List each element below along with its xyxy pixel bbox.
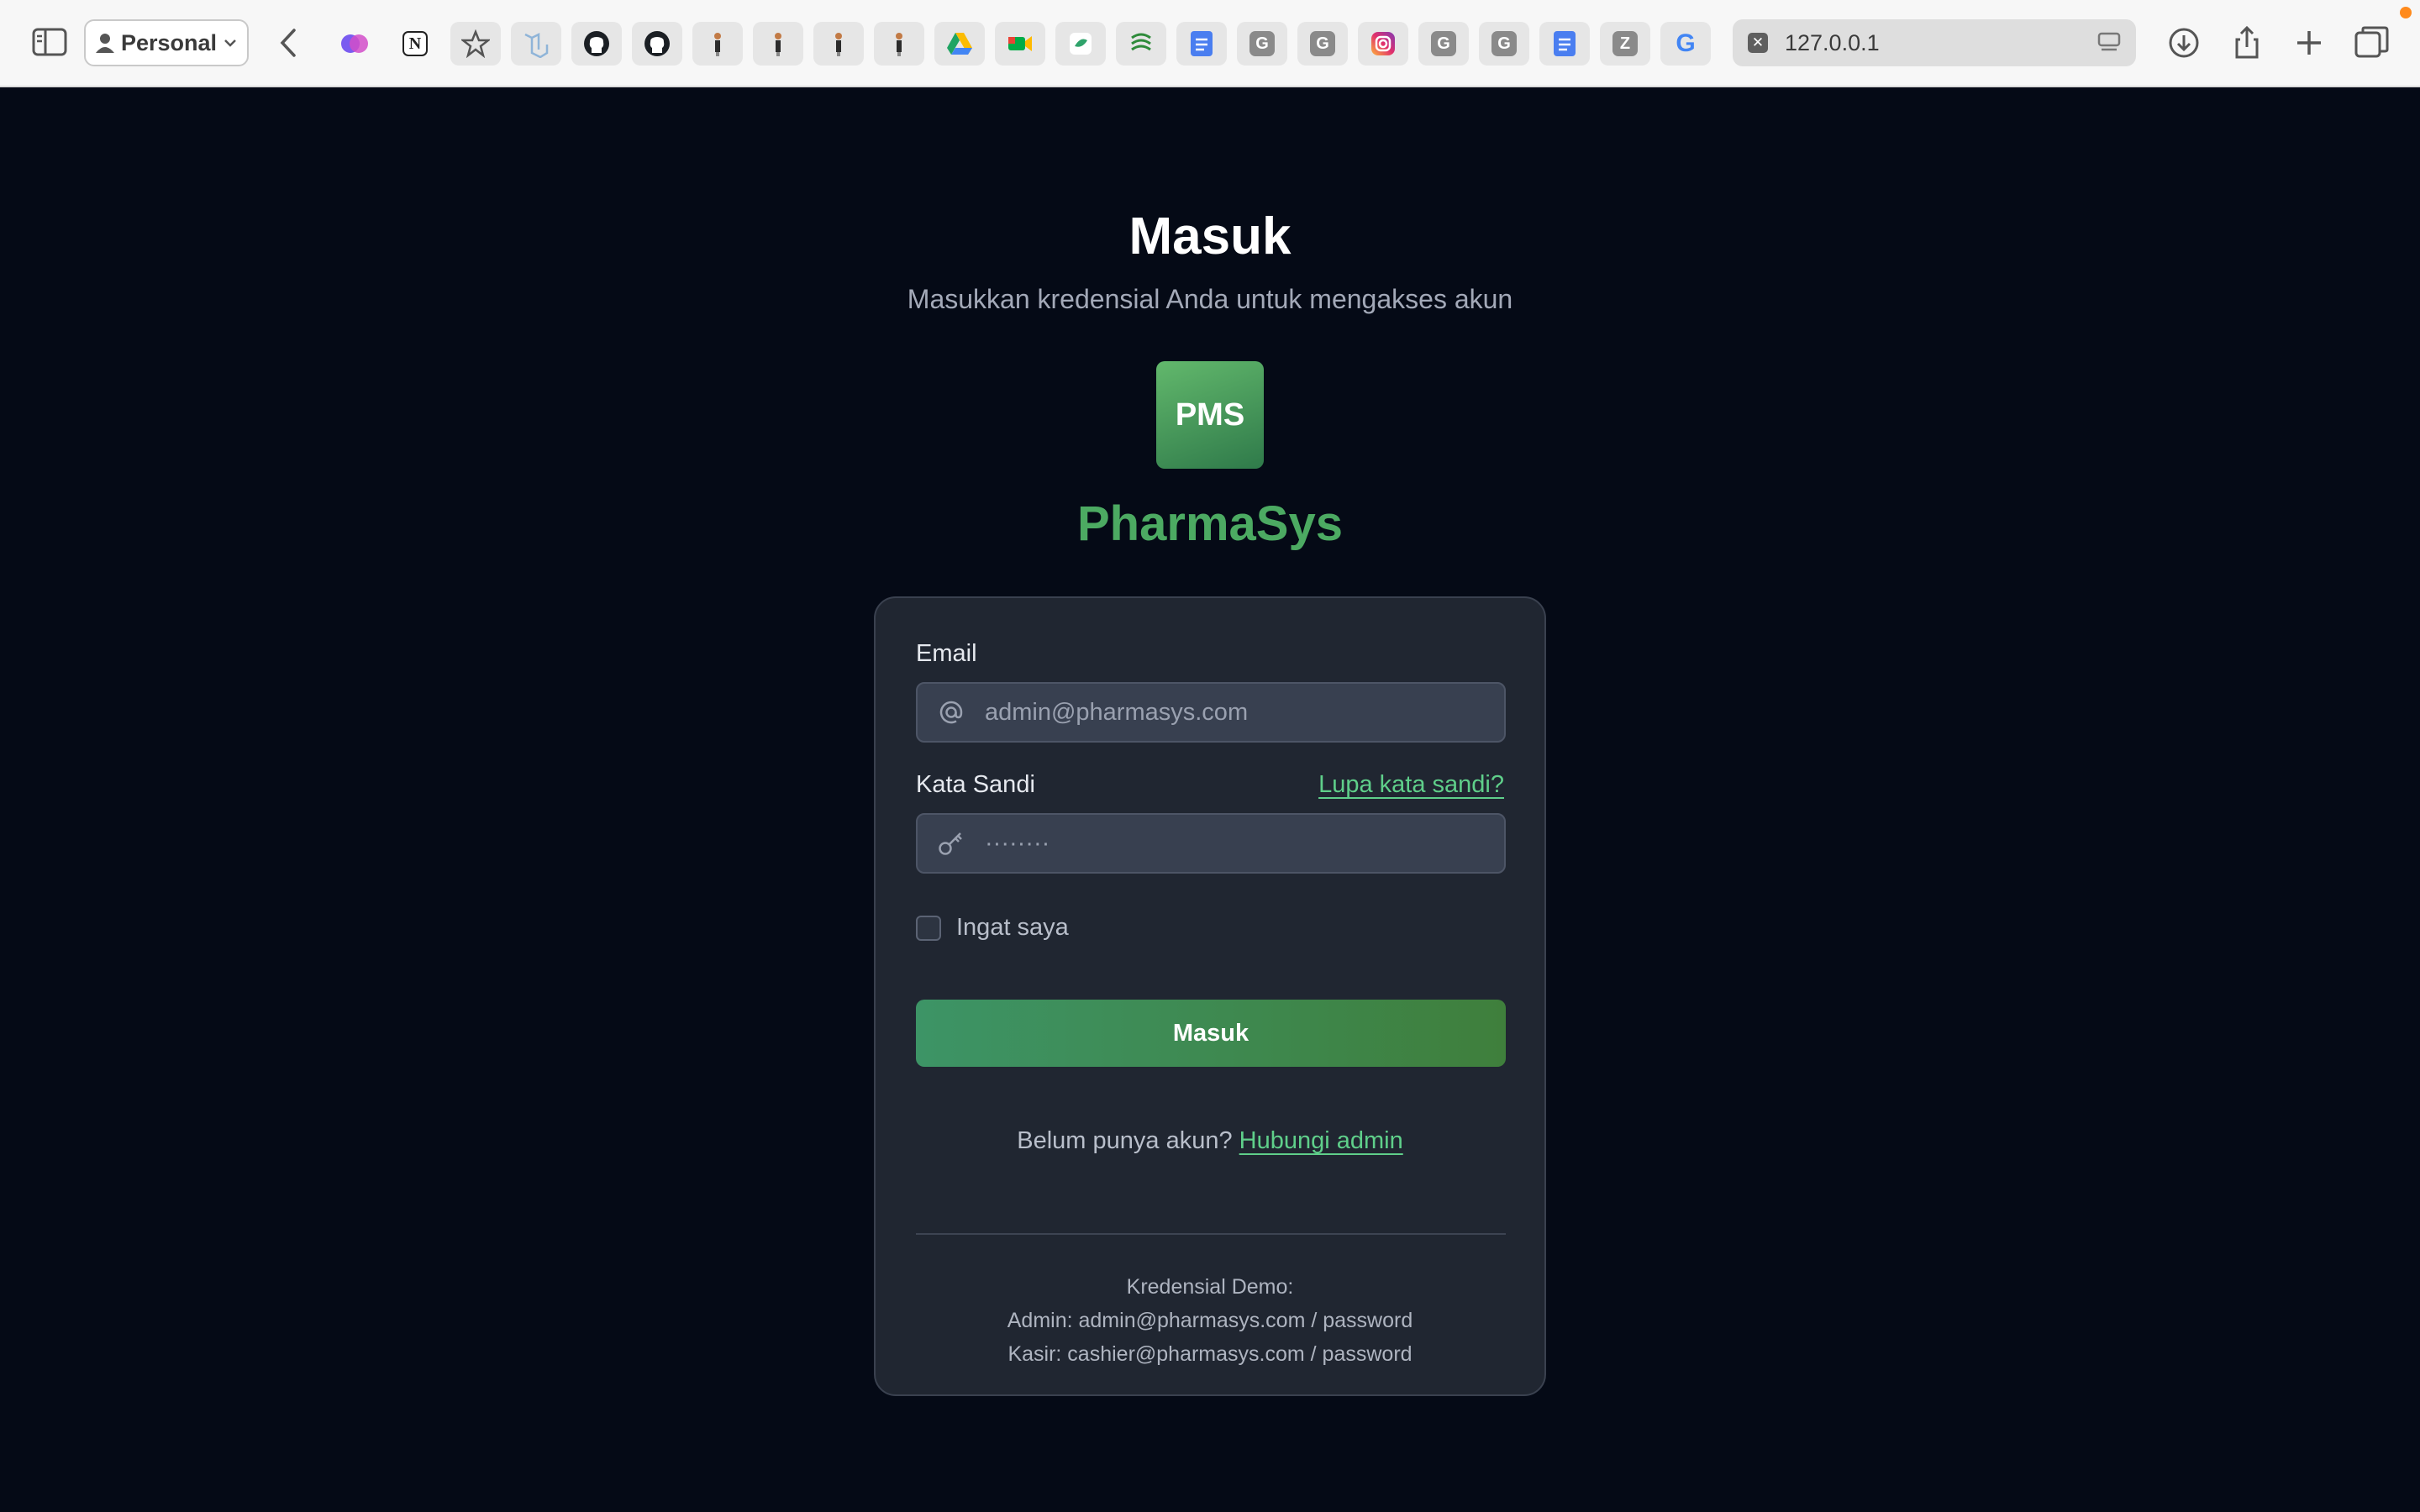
instagram-icon[interactable] (1358, 22, 1408, 66)
github-icon[interactable] (571, 22, 622, 66)
person-bookmark-icon[interactable] (692, 22, 743, 66)
person-bookmark-icon[interactable] (813, 22, 864, 66)
password-label: Kata Sandi (916, 771, 1035, 798)
demo-credentials: Kredensial Demo: Admin: admin@pharmasys.… (876, 1270, 1544, 1371)
github-icon[interactable] (632, 22, 682, 66)
app-logo: PMS (1156, 361, 1264, 469)
download-icon[interactable] (2165, 24, 2203, 62)
g-bookmark-icon[interactable]: G (1479, 22, 1529, 66)
google-icon[interactable]: G (1660, 22, 1711, 66)
person-bookmark-icon[interactable] (874, 22, 924, 66)
swirl-app-icon[interactable] (1116, 22, 1166, 66)
star-icon[interactable] (450, 22, 501, 66)
brain-app-icon[interactable] (329, 22, 380, 66)
g-bookmark-icon[interactable]: G (1418, 22, 1469, 66)
remember-checkbox[interactable] (916, 915, 941, 941)
at-sign-icon (918, 699, 985, 726)
google-meet-icon[interactable] (995, 22, 1045, 66)
leaf-icon[interactable] (1055, 22, 1106, 66)
signup-prompt: Belum punya akun? Hubungi admin (876, 1127, 1544, 1155)
login-button[interactable]: Masuk (916, 1000, 1506, 1067)
login-card: Email Kata Sandi Lupa kata sandi? Ingat … (874, 596, 1546, 1396)
chevron-down-icon (224, 39, 236, 47)
site-icon: ✕ (1748, 33, 1768, 53)
email-input[interactable] (985, 684, 1504, 741)
person-icon (96, 34, 114, 53)
login-page: Masuk Masukkan kredensial Anda untuk men… (0, 89, 2420, 1512)
sidebar-toggle-icon[interactable] (32, 27, 69, 57)
person-bookmark-icon[interactable] (753, 22, 803, 66)
demo-title: Kredensial Demo: (1126, 1275, 1294, 1299)
back-arrow-icon[interactable] (274, 25, 304, 60)
notion-icon[interactable]: N (390, 22, 440, 66)
forgot-password-link[interactable]: Lupa kata sandi? (1318, 771, 1504, 799)
brand-name: PharmaSys (1077, 496, 1343, 551)
z-bookmark-icon[interactable]: Z (1600, 22, 1650, 66)
google-docs-icon[interactable] (1539, 22, 1590, 66)
email-field[interactable] (916, 682, 1506, 743)
page-subtitle: Masukkan kredensial Anda untuk mengakses… (907, 284, 1513, 314)
password-field[interactable] (916, 813, 1506, 874)
demo-admin: Admin: admin@pharmasys.com / password (1007, 1309, 1413, 1332)
browser-toolbar: Personal NGGGGZG ✕ 127.0.0.1 (0, 0, 2420, 87)
demo-cashier: Kasir: cashier@pharmasys.com / password (1007, 1342, 1413, 1366)
new-tab-icon[interactable] (2290, 24, 2328, 62)
laravel-icon[interactable] (511, 22, 561, 66)
email-label: Email (916, 640, 977, 667)
reader-icon[interactable] (2097, 32, 2121, 54)
g-bookmark-icon[interactable]: G (1297, 22, 1348, 66)
notification-dot (2400, 7, 2412, 18)
tab-overview-icon[interactable] (2353, 24, 2391, 62)
remember-label: Ingat saya (956, 914, 1069, 941)
contact-admin-link[interactable]: Hubungi admin (1239, 1127, 1403, 1154)
google-docs-icon[interactable] (1176, 22, 1227, 66)
address-text: 127.0.0.1 (1785, 29, 1880, 55)
profile-button[interactable]: Personal (84, 19, 249, 66)
divider (916, 1233, 1506, 1235)
share-icon[interactable] (2228, 24, 2266, 62)
key-icon (918, 829, 985, 858)
address-bar[interactable]: ✕ 127.0.0.1 (1733, 19, 2136, 66)
g-bookmark-icon[interactable]: G (1237, 22, 1287, 66)
profile-label: Personal (120, 29, 218, 55)
remember-me[interactable]: Ingat saya (916, 914, 1069, 942)
password-input[interactable] (985, 815, 1504, 872)
signup-prompt-text: Belum punya akun? (1017, 1127, 1233, 1154)
google-drive-icon[interactable] (934, 22, 985, 66)
page-title: Masuk (1128, 207, 1292, 265)
